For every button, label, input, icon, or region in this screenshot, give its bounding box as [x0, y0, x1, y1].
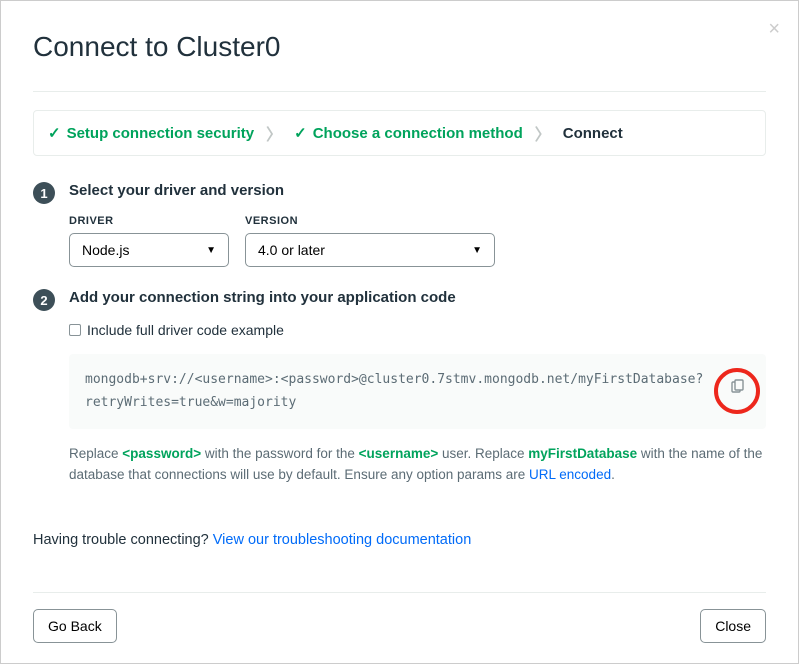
- version-select[interactable]: 4.0 or later ▼: [245, 233, 495, 267]
- divider: [33, 91, 766, 92]
- chevron-right-icon: 〉: [266, 121, 282, 145]
- step-connect: Connect: [563, 125, 623, 142]
- close-icon[interactable]: ×: [768, 19, 780, 39]
- section-1-title: Select your driver and version: [69, 182, 766, 199]
- step-number-2: 2: [33, 289, 55, 311]
- section-driver: 1 Select your driver and version DRIVER …: [33, 182, 766, 267]
- include-example-checkbox[interactable]: Include full driver code example: [69, 322, 766, 338]
- modal-title: Connect to Cluster0: [33, 31, 766, 63]
- footer: Go Back Close: [33, 592, 766, 643]
- check-icon: ✓: [48, 124, 61, 142]
- step-number-1: 1: [33, 182, 55, 204]
- version-label: VERSION: [245, 215, 495, 227]
- checkbox-icon: [69, 324, 81, 336]
- copy-icon[interactable]: [729, 379, 745, 403]
- caret-down-icon: ▼: [472, 245, 482, 256]
- troubleshooting-link[interactable]: View our troubleshooting documentation: [213, 532, 472, 548]
- caret-down-icon: ▼: [206, 245, 216, 256]
- go-back-button[interactable]: Go Back: [33, 609, 117, 643]
- step-method: ✓ Choose a connection method: [294, 124, 523, 142]
- url-encoded-link[interactable]: URL encoded: [529, 467, 611, 482]
- copy-highlight-circle: [714, 368, 760, 414]
- connection-string: mongodb+srv://<username>:<password>@clus…: [85, 372, 703, 410]
- helper-text: Replace <password> with the password for…: [69, 443, 766, 486]
- stepper: ✓ Setup connection security 〉 ✓ Choose a…: [33, 110, 766, 156]
- driver-select[interactable]: Node.js ▼: [69, 233, 229, 267]
- section-connection: 2 Add your connection string into your a…: [33, 289, 766, 486]
- driver-label: DRIVER: [69, 215, 229, 227]
- troubleshooting-text: Having trouble connecting? View our trou…: [33, 532, 766, 548]
- connection-string-box: mongodb+srv://<username>:<password>@clus…: [69, 354, 766, 429]
- chevron-right-icon: 〉: [535, 121, 551, 145]
- check-icon: ✓: [294, 124, 307, 142]
- step-security: ✓ Setup connection security: [48, 124, 254, 142]
- section-2-title: Add your connection string into your app…: [69, 289, 766, 306]
- close-button[interactable]: Close: [700, 609, 766, 643]
